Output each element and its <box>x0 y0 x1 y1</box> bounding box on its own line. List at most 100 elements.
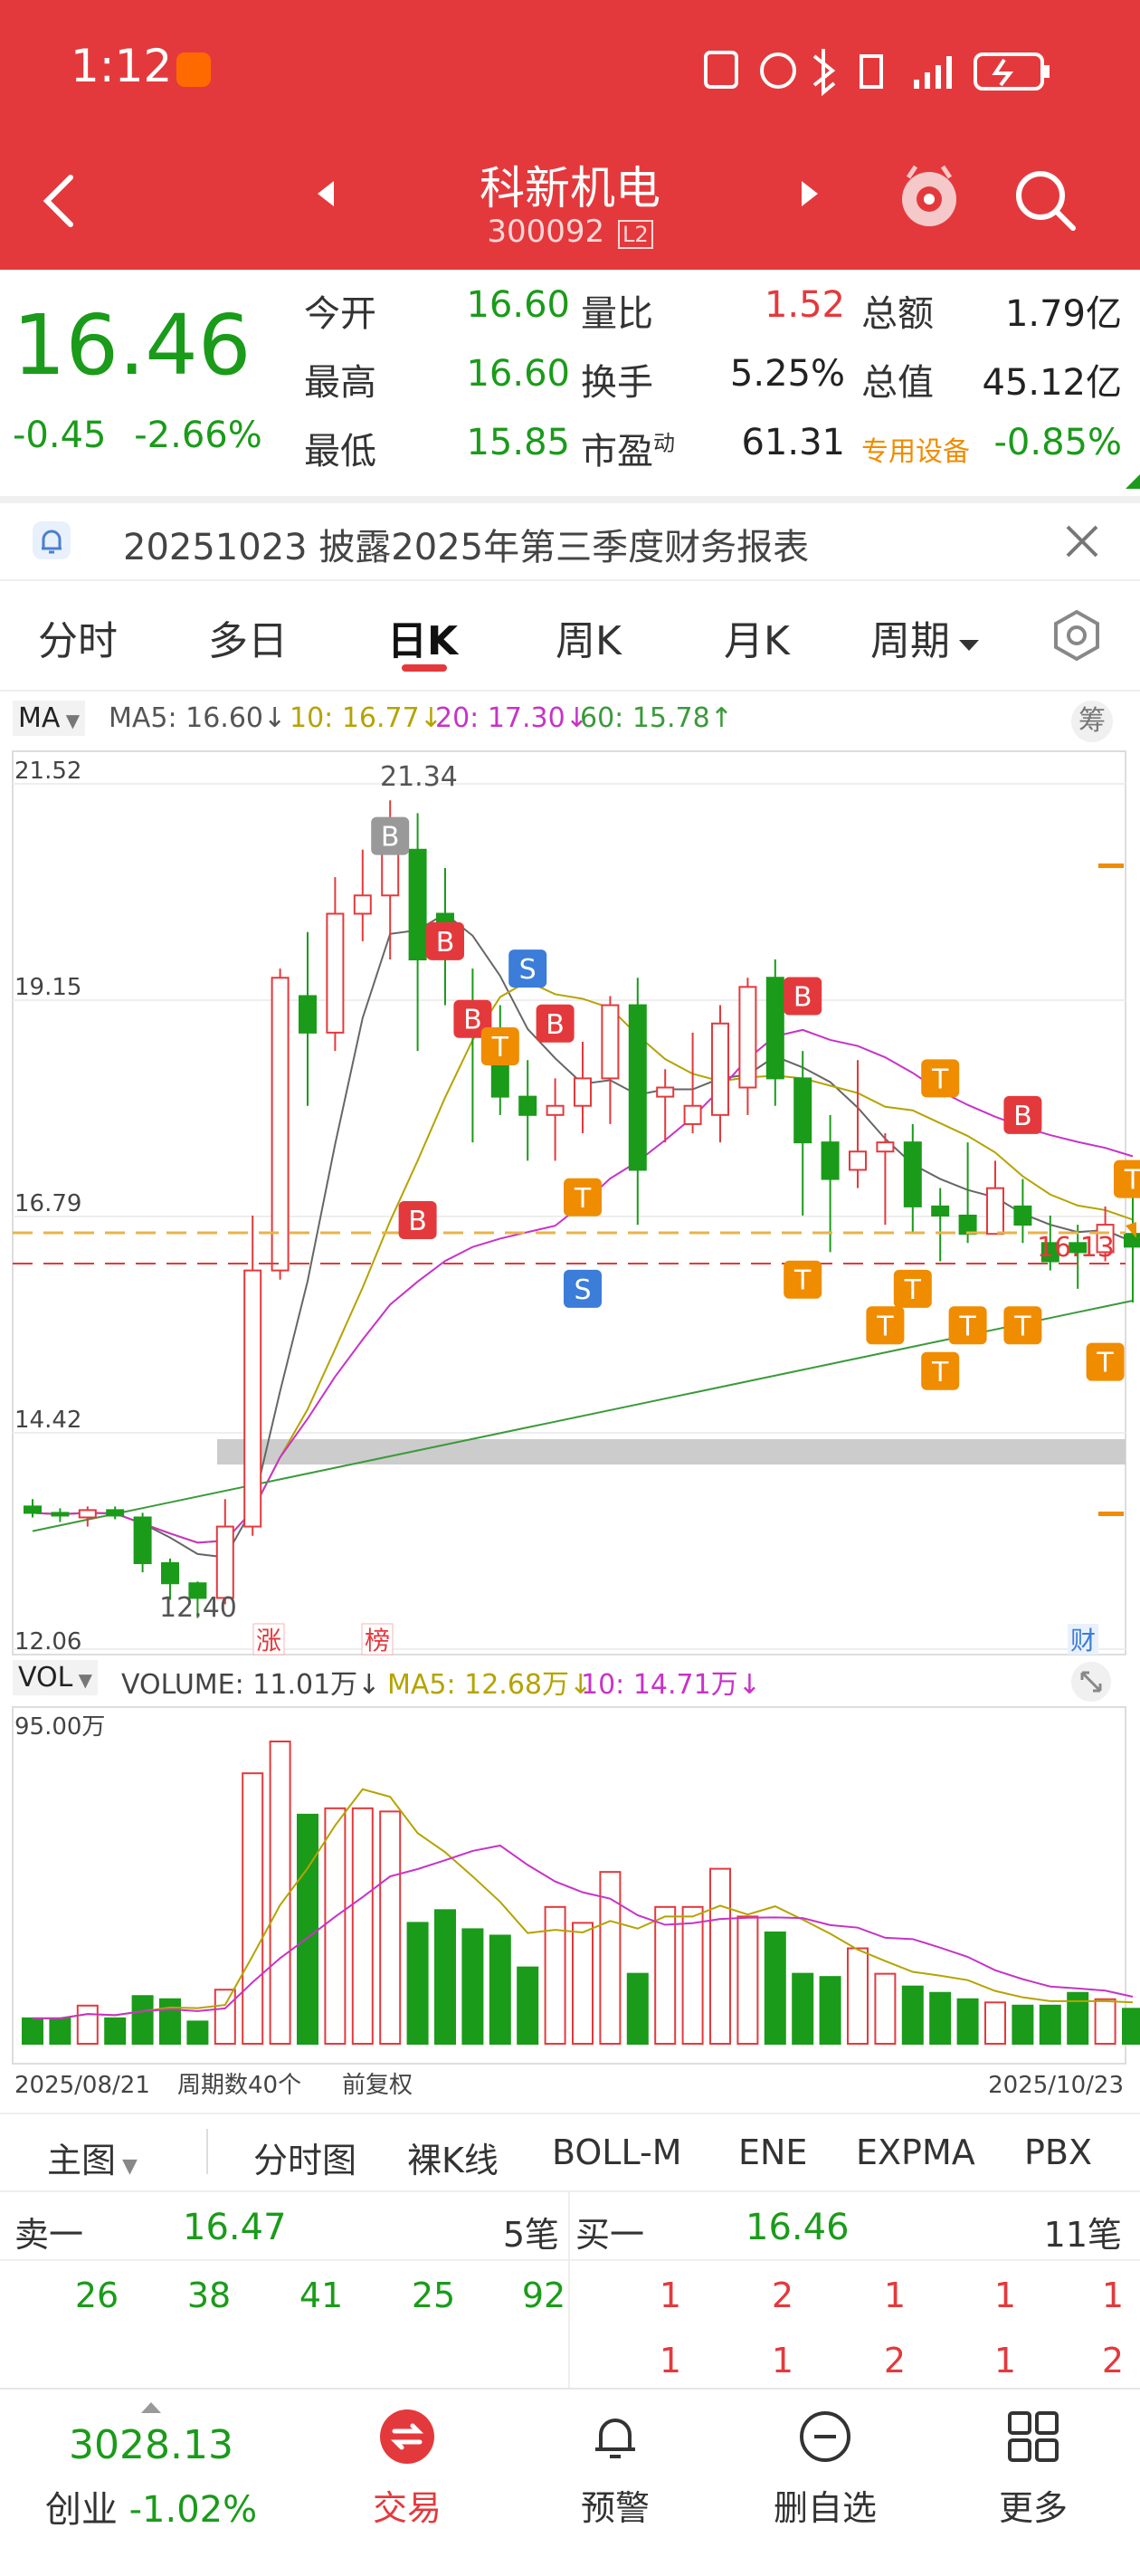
trade-marker-b[interactable]: B <box>398 1201 437 1240</box>
volume-bar <box>792 1972 814 2045</box>
y-axis-labels: 21.52 19.15 16.79 14.42 12.06 <box>14 758 81 1655</box>
trade-marker-t[interactable]: T <box>1086 1342 1125 1381</box>
tab-trade[interactable]: 交易 <box>326 2480 489 2530</box>
candle <box>326 877 345 1052</box>
tab-multiday[interactable]: 多日 <box>208 608 288 666</box>
vol-selector[interactable]: VOL ▼ <box>13 1660 99 1695</box>
trade-marker-t[interactable]: T <box>1003 1306 1042 1345</box>
tab-period-dropdown[interactable]: 周期 <box>870 608 983 666</box>
trade-marker-b[interactable]: B <box>1003 1095 1042 1134</box>
buy1-price: 16.46 <box>746 2207 850 2248</box>
volume-bar <box>461 1928 484 2045</box>
indicator-timeshare[interactable]: 分时图 <box>253 2132 356 2182</box>
status-icons <box>697 43 1077 107</box>
volume-bar <box>1012 2004 1034 2045</box>
triangle-left-icon <box>318 181 334 206</box>
trade-marker-t[interactable]: T <box>921 1059 960 1098</box>
volume-bar <box>297 1813 318 2045</box>
candle <box>656 1069 675 1143</box>
last-price: 16.46 <box>13 297 252 394</box>
indicator-pbx[interactable]: PBX <box>1024 2132 1092 2172</box>
tab-alert[interactable]: 预警 <box>534 2480 697 2530</box>
trade-marker-s[interactable]: S <box>564 1269 602 1308</box>
indicator-ene[interactable]: ENE <box>738 2132 807 2172</box>
volume-bar <box>709 1867 731 2045</box>
buy-queue-item: 1 <box>659 2341 682 2380</box>
volume-bar <box>1094 1998 1116 2046</box>
back-button[interactable] <box>34 165 89 237</box>
index-value[interactable]: 3028.13 <box>0 2422 302 2468</box>
ma-legend: MA ▼ MA5: 16.60↓ 10: 16.77↓ 20: 17.30↓ 6… <box>13 701 1135 744</box>
trade-marker-t[interactable]: T <box>948 1306 987 1345</box>
candle <box>408 813 427 1052</box>
right-tick-mark <box>1098 1512 1124 1516</box>
high-price-label: 21.34 <box>380 761 458 793</box>
candle <box>958 1142 977 1244</box>
tab-monthly-k[interactable]: 月K <box>724 608 790 666</box>
caret-down-icon <box>959 640 979 651</box>
indicator-expma[interactable]: EXPMA <box>856 2132 975 2172</box>
notice-bar[interactable]: 20251023 披露2025年第三季度财务报表 <box>0 503 1140 579</box>
volume-bar <box>929 1991 952 2046</box>
volume-bar <box>269 1741 291 2045</box>
trade-marker-b[interactable]: B <box>784 977 822 1016</box>
prev-stock-button[interactable] <box>312 176 339 212</box>
tab-weekly-k[interactable]: 周K <box>556 608 622 666</box>
next-stock-button[interactable] <box>796 176 823 212</box>
volume-bar <box>626 1972 649 2045</box>
candle <box>738 978 757 1115</box>
ma-selector[interactable]: MA ▼ <box>13 701 86 736</box>
trade-marker-b[interactable]: B <box>536 1004 575 1043</box>
amount-label: 总额 <box>861 293 934 335</box>
indicator-boll-m[interactable]: BOLL-M <box>552 2132 681 2172</box>
trade-marker-t[interactable]: T <box>784 1260 822 1299</box>
sector-label[interactable]: 专用设备 <box>861 429 970 469</box>
limit-up-marker-text: 涨 <box>256 1626 281 1655</box>
tab-daily-k[interactable]: 日K <box>387 608 458 666</box>
volume-bar <box>351 1807 374 2046</box>
period-count: 周期数40个 <box>177 2072 301 2099</box>
volume-chart[interactable]: 95.00万 2025/08/21 周期数40个 前复权 2025/10/23 <box>0 1705 1140 2104</box>
candle <box>1124 1197 1140 1302</box>
trade-marker-t[interactable]: T <box>480 1027 519 1066</box>
expand-icon[interactable] <box>1069 1660 1113 1703</box>
trade-marker-t[interactable]: T <box>564 1178 602 1216</box>
tab-timeshare[interactable]: 分时 <box>38 608 118 666</box>
back-arrow-icon <box>43 175 73 227</box>
app-notification-icon <box>176 52 211 87</box>
svg-text:B: B <box>381 822 400 854</box>
trade-marker-t[interactable]: T <box>921 1351 960 1390</box>
trade-marker-b[interactable]: B <box>426 921 464 960</box>
buy-queue-item: 1 <box>771 2341 794 2380</box>
candle <box>986 1160 1004 1236</box>
index-line[interactable]: 创业 -1.02% <box>0 2480 302 2533</box>
candle <box>24 1499 42 1518</box>
main-chart-selector[interactable]: 主图 ▼ <box>47 2132 138 2182</box>
divider <box>0 496 1140 503</box>
candle <box>765 959 784 1106</box>
low-value: 15.85 <box>466 422 570 463</box>
svg-text:T: T <box>1124 1165 1140 1197</box>
tab-more[interactable]: 更多 <box>952 2480 1115 2530</box>
close-icon[interactable] <box>1060 520 1104 563</box>
x-start-date: 2025/08/21 <box>14 2072 150 2099</box>
kline-chart[interactable]: 21.5219.1516.7914.4212.06 BBBBTSBTS TBTTT… <box>0 746 1140 1656</box>
mascot-button[interactable] <box>896 161 963 234</box>
ma20-value: 20: 17.30↓ <box>435 702 588 734</box>
divider <box>206 2129 208 2174</box>
search-button[interactable] <box>1010 163 1082 235</box>
trade-marker-t[interactable]: T <box>893 1269 932 1308</box>
volume-bar <box>681 1905 704 2045</box>
trade-marker-t[interactable]: T <box>1114 1159 1140 1198</box>
trade-marker-t[interactable]: T <box>866 1306 905 1345</box>
candle <box>215 1499 234 1605</box>
indicator-naked-k[interactable]: 裸K线 <box>407 2132 499 2182</box>
trade-marker-b[interactable]: B <box>371 816 410 855</box>
y-axis-label: 19.15 <box>14 974 81 1001</box>
volume-bar <box>572 1922 594 2045</box>
current-price-label: 16.13 <box>1037 1232 1115 1264</box>
chip-distribution-button[interactable]: 筹 <box>1071 701 1113 742</box>
trade-marker-s[interactable]: S <box>508 949 547 988</box>
settings-hex-icon[interactable] <box>1050 608 1104 663</box>
tab-remove-watchlist[interactable]: 删自选 <box>744 2480 907 2530</box>
